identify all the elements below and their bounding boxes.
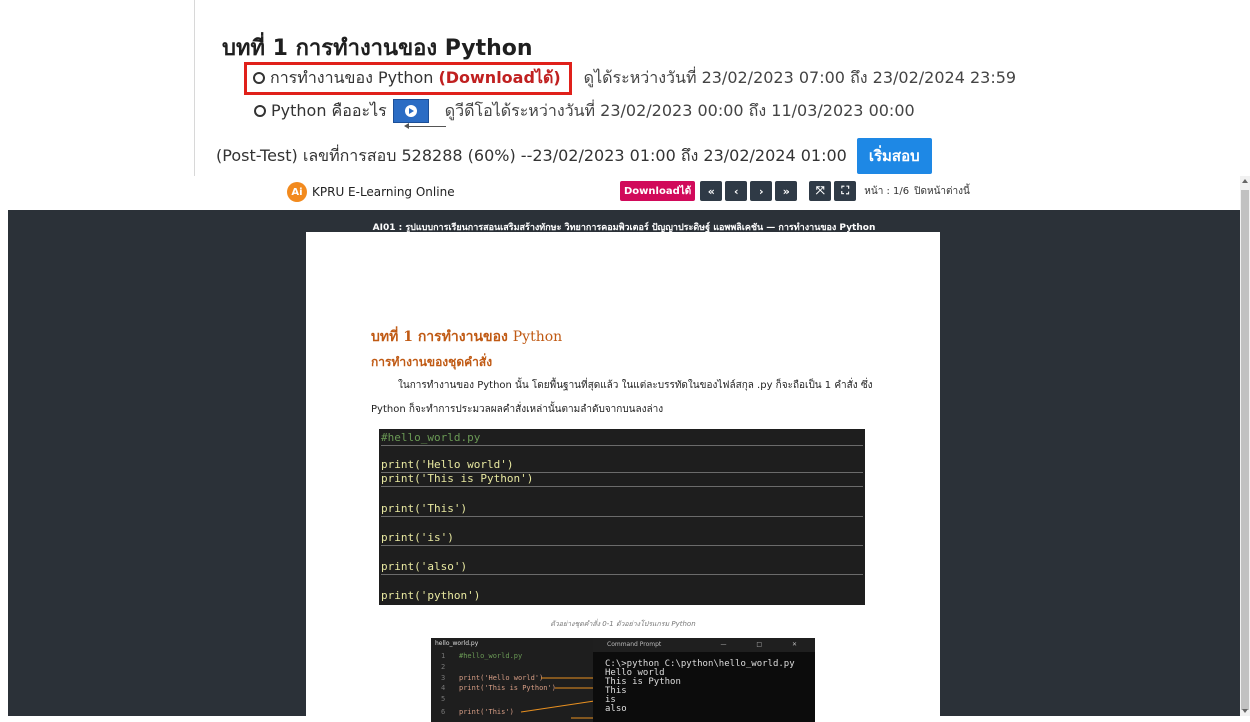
- code-line: #hello_world.py: [381, 431, 863, 446]
- figure-caption: ตัวอย่างชุดคำสั่ง 0-1 ตัวอย่างโปรแกรม Py…: [550, 620, 696, 628]
- page-indicator: หน้า : 1/6: [864, 185, 910, 197]
- code-line: print('This is Python'): [381, 472, 863, 487]
- code-line: print('also'): [381, 560, 863, 575]
- next-page-button[interactable]: ›: [750, 181, 773, 201]
- availability-text: ดูได้ระหว่างวันที่ 23/02/2023 07:00 ถึง …: [583, 67, 1017, 87]
- scroll-thumb[interactable]: [1241, 190, 1249, 710]
- command-prompt-title: Command Prompt: [607, 641, 662, 648]
- last-page-button[interactable]: »: [775, 181, 798, 201]
- bullet-icon: [254, 105, 266, 117]
- availability-text: ดูวีดีโอได้ระหว่างวันที่ 23/02/2023 00:0…: [444, 100, 915, 120]
- pdf-page: บทที่ 1 การทำงานของ Python การทำงานของชุ…: [306, 232, 940, 722]
- page-subtitle: การทำงานของชุดคำสั่ง: [371, 355, 493, 369]
- command-prompt-window: Command Prompt — □ ✕ C:\>python C:\pytho…: [593, 638, 815, 722]
- first-page-button[interactable]: «: [700, 181, 723, 201]
- code-line: print('Hello world'): [381, 458, 863, 473]
- code-block: #hello_world.py print('Hello world') pri…: [379, 429, 865, 605]
- arrow-icon: [404, 123, 446, 129]
- pdf-viewer: Ai KPRU E-Learning Online Downloadได้ « …: [0, 176, 1240, 722]
- page-scrollbar[interactable]: [1240, 176, 1250, 716]
- code-line: print('This'): [381, 502, 863, 517]
- download-link[interactable]: (Downloadได้): [438, 66, 560, 91]
- scroll-up-icon[interactable]: [1242, 179, 1248, 183]
- page-title-th: บทที่ 1 การทำงานของ: [371, 329, 508, 345]
- screenshot-figure: hello_world.py 1 #hello_world.py 2 3 pri…: [431, 638, 815, 722]
- bullet-icon: [253, 72, 265, 84]
- page-title: บทที่ 1 การทำงานของ Python: [371, 326, 562, 348]
- lesson-item-link[interactable]: Python คืออะไร: [271, 99, 387, 124]
- lesson-item-2: Python คืออะไร ดูวีดีโอได้ระหว่างวันที่ …: [244, 96, 915, 126]
- fullscreen-button[interactable]: ⛶: [834, 181, 857, 201]
- fit-page-button[interactable]: ⤧: [809, 181, 832, 201]
- command-prompt-titlebar: Command Prompt — □ ✕: [593, 638, 815, 652]
- scroll-down-icon[interactable]: [1242, 709, 1248, 713]
- page-title-py: Python: [512, 329, 563, 345]
- divider: [194, 0, 195, 176]
- lesson-section: บทที่ 1 การทำงานของ Python การทำงานของ P…: [0, 0, 1250, 176]
- toolbar-buttons: Downloadได้ « ‹ › » ⤧ ⛶ หน้า : 1/6 ปิดหน…: [620, 181, 970, 201]
- video-play-icon[interactable]: [392, 99, 429, 123]
- highlight-box[interactable]: การทำงานของ Python (Downloadได้): [244, 61, 572, 95]
- start-exam-button[interactable]: เริ่มสอบ: [856, 138, 932, 174]
- download-button[interactable]: Downloadได้: [620, 181, 696, 201]
- viewer-toolbar: Ai KPRU E-Learning Online Downloadได้ « …: [0, 176, 1240, 210]
- paragraph-line: ในการทำงานของ Python นั้น โดยพื้นฐานที่ส…: [398, 380, 873, 391]
- lesson-item-link[interactable]: การทำงานของ Python: [270, 66, 433, 91]
- code-line: print('is'): [381, 531, 863, 546]
- brand-name: KPRU E-Learning Online: [312, 185, 455, 199]
- lesson-title: บทที่ 1 การทำงานของ Python: [222, 36, 533, 61]
- posttest-text: (Post-Test) เลขที่การสอบ 528288 (60%) --…: [216, 145, 847, 165]
- brand-logo-icon: Ai: [287, 182, 307, 202]
- paragraph-line: Python ก็จะทำการประมวลผลคำสั่งเหล่านั้นต…: [371, 404, 664, 415]
- lesson-item-1: การทำงานของ Python (Downloadได้) ดูได้ระ…: [244, 61, 1017, 95]
- code-line: print('python'): [381, 589, 481, 602]
- command-output: C:\>python C:\python\hello_world.py Hell…: [605, 659, 795, 714]
- document-area: AI01 : รูปแบบการเรียนการสอนเสริมสร้างทัก…: [8, 210, 1240, 722]
- brand: Ai KPRU E-Learning Online: [287, 182, 455, 202]
- close-window-link[interactable]: ปิดหน้าต่างนี้: [914, 184, 970, 199]
- window-controls: — □ ✕: [720, 641, 811, 648]
- prev-page-button[interactable]: ‹: [725, 181, 748, 201]
- posttest-row: (Post-Test) เลขที่การสอบ 528288 (60%) --…: [216, 138, 932, 174]
